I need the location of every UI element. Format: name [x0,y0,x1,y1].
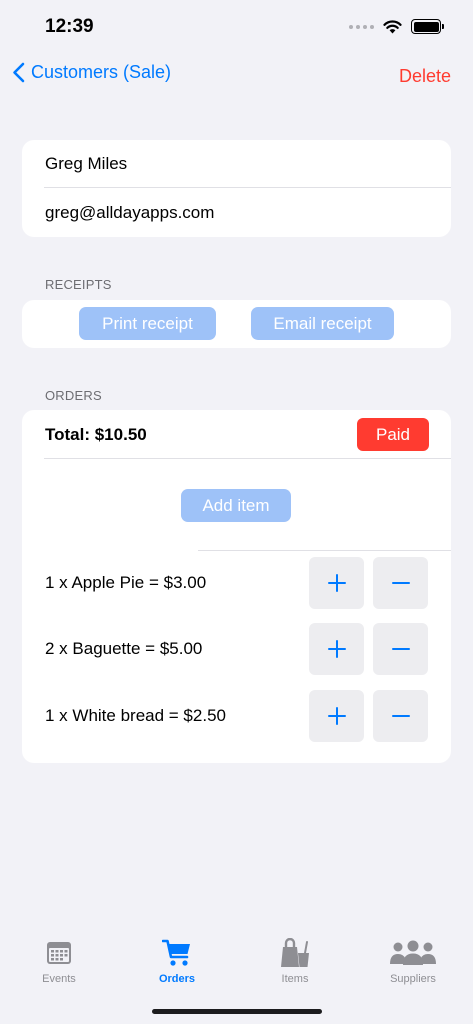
customer-email-field[interactable]: greg@alldayapps.com [45,203,214,223]
plus-icon [327,707,346,725]
plus-icon [327,574,346,592]
receipts-card: Print receipt Email receipt [22,300,451,348]
increment-button[interactable] [309,690,364,742]
increment-button[interactable] [309,623,364,675]
tab-items[interactable]: Items [250,938,340,985]
minus-icon [391,715,410,717]
people-icon [390,940,436,965]
tab-label: Orders [158,973,196,985]
tab-orders[interactable]: Orders [132,938,222,985]
decrement-button[interactable] [373,690,428,742]
tab-label: Events [42,973,76,985]
bag-icon [281,938,309,967]
signal-icon [349,24,374,29]
tab-label: Suppliers [390,973,436,985]
tab-label: Items [281,973,309,985]
minus-icon [391,582,410,584]
back-button[interactable]: Customers (Sale) [12,62,171,83]
order-item-label: 1 x White bread = $2.50 [45,706,226,725]
tab-suppliers[interactable]: Suppliers [368,938,458,985]
order-item-label: 2 x Baguette = $5.00 [45,639,203,658]
tab-events[interactable]: Events [14,938,104,985]
add-item-button[interactable]: Add item [181,489,291,522]
order-total: Total: $10.50 [45,425,147,444]
status-time: 12:39 [45,16,94,37]
status-bar: 12:39 [0,0,473,54]
increment-button[interactable] [309,557,364,609]
plus-icon [327,640,346,658]
calendar-icon [47,942,71,964]
orders-card: Total: $10.50 Paid Add item 1 x Apple Pi… [22,410,451,763]
order-item-label: 1 x Apple Pie = $3.00 [45,573,207,592]
battery-icon [411,19,444,34]
customer-card: Greg Miles greg@alldayapps.com [22,140,451,237]
cart-icon [162,939,190,966]
email-receipt-button[interactable]: Email receipt [251,307,394,340]
order-item-row: 1 x Apple Pie = $3.00 [22,557,451,611]
print-receipt-button[interactable]: Print receipt [79,307,216,340]
orders-section-label: ORDERS [45,388,102,403]
home-indicator [152,1009,322,1014]
minus-icon [391,648,410,650]
divider [44,458,451,459]
navigation-bar: Customers (Sale) Delete [0,54,473,100]
order-item-row: 1 x White bread = $2.50 [22,690,451,744]
status-icons [349,19,444,34]
decrement-button[interactable] [373,623,428,675]
chevron-left-icon [13,62,25,83]
delete-button[interactable]: Delete [399,66,451,87]
decrement-button[interactable] [373,557,428,609]
divider [198,550,451,551]
divider [44,187,451,188]
wifi-icon [383,19,402,33]
payment-status-button[interactable]: Paid [357,418,429,451]
order-item-row: 2 x Baguette = $5.00 [22,623,451,677]
customer-name-field[interactable]: Greg Miles [45,154,127,174]
back-button-label: Customers (Sale) [31,62,172,82]
receipts-section-label: RECEIPTS [45,277,112,292]
